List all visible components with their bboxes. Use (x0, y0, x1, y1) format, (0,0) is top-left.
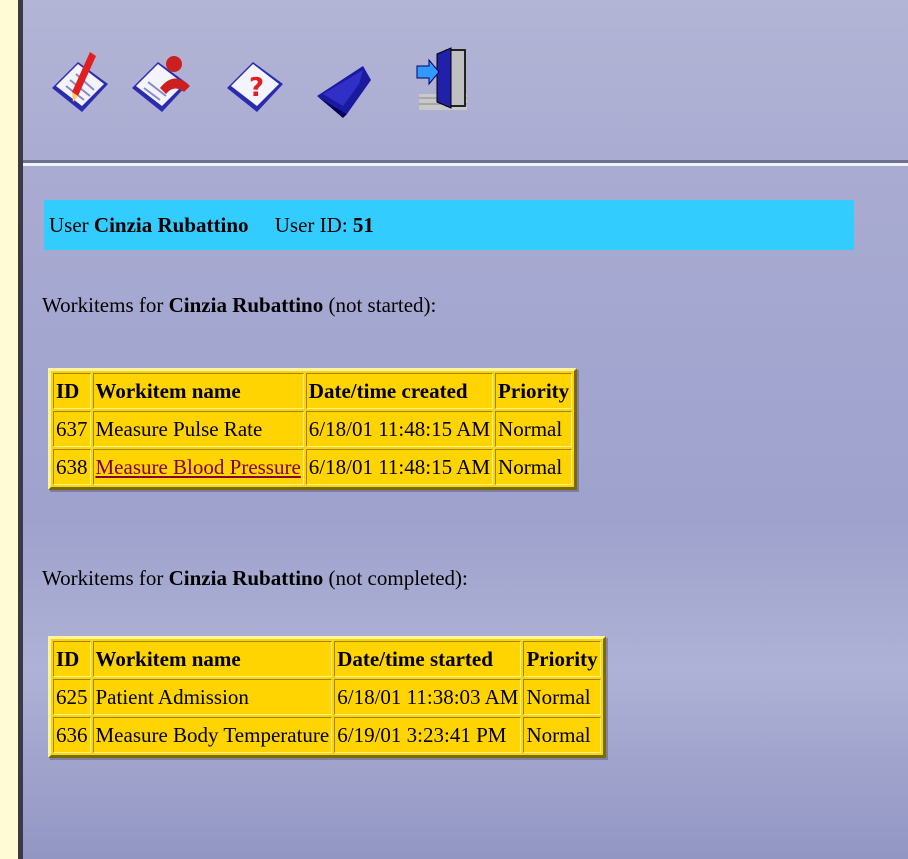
cell-priority: Normal (495, 449, 573, 485)
exit-door-icon[interactable] (411, 44, 477, 120)
cell-date: 6/19/01 3:23:41 PM (334, 717, 522, 753)
heading-prefix: Workitems for (42, 293, 164, 317)
column-header-id: ID (53, 641, 91, 677)
heading-suffix: (not started): (328, 293, 437, 317)
cell-name: Measure Blood Pressure (92, 449, 304, 485)
table-header-row: ID Workitem name Date/time started Prior… (53, 641, 601, 677)
cell-priority: Normal (495, 411, 573, 447)
table-row: 625 Patient Admission 6/18/01 11:38:03 A… (53, 679, 601, 715)
column-header-name: Workitem name (92, 641, 333, 677)
column-header-name: Workitem name (92, 373, 304, 409)
cell-name: Measure Pulse Rate (92, 411, 304, 447)
main-frame: ? User Cinzia Rubattino User ID: 51 Work… (23, 0, 908, 859)
cell-name: Measure Body Temperature (92, 717, 333, 753)
cell-priority: Normal (523, 717, 601, 753)
clipboard-user-icon[interactable] (128, 44, 194, 120)
cell-name: Patient Admission (92, 679, 333, 715)
toolbar: ? (23, 0, 908, 160)
user-label: User (49, 213, 89, 237)
column-header-date-created: Date/time created (305, 373, 494, 409)
table-header-row: ID Workitem name Date/time created Prior… (53, 373, 573, 409)
heading-user-name: Cinzia Rubattino (168, 293, 324, 317)
user-info-bar: User Cinzia Rubattino User ID: 51 (44, 200, 854, 250)
not-completed-table: ID Workitem name Date/time started Prior… (48, 636, 606, 758)
user-name: Cinzia Rubattino (93, 213, 249, 237)
workitem-link[interactable]: Measure Blood Pressure (96, 455, 301, 479)
user-id-label: User ID: (274, 213, 348, 237)
table-row: 636 Measure Body Temperature 6/19/01 3:2… (53, 717, 601, 753)
table-row: 638 Measure Blood Pressure 6/18/01 11:48… (53, 449, 573, 485)
cell-date: 6/18/01 11:38:03 AM (334, 679, 522, 715)
cell-date: 6/18/01 11:48:15 AM (305, 449, 494, 485)
not-completed-heading: Workitems for Cinzia Rubattino (not comp… (42, 566, 468, 591)
svg-text:?: ? (249, 73, 264, 103)
cell-id: 636 (53, 717, 91, 753)
column-header-id: ID (53, 373, 91, 409)
column-header-priority: Priority (495, 373, 573, 409)
cell-id: 638 (53, 449, 91, 485)
left-frame-strip (0, 0, 18, 859)
column-header-date-started: Date/time started (334, 641, 522, 677)
user-id: 51 (352, 213, 374, 237)
clipboard-question-icon[interactable]: ? (223, 44, 289, 120)
clipboard-pen-icon[interactable] (48, 44, 114, 120)
cell-id: 637 (53, 411, 91, 447)
heading-user-name: Cinzia Rubattino (168, 566, 324, 590)
heading-prefix: Workitems for (42, 566, 164, 590)
heading-suffix: (not completed): (328, 566, 468, 590)
not-started-table: ID Workitem name Date/time created Prior… (48, 368, 578, 490)
column-header-priority: Priority (523, 641, 601, 677)
not-started-heading: Workitems for Cinzia Rubattino (not star… (42, 293, 436, 318)
toolbar-divider-highlight (23, 163, 908, 166)
folder-back-icon[interactable] (313, 44, 379, 120)
table-row: 637 Measure Pulse Rate 6/18/01 11:48:15 … (53, 411, 573, 447)
cell-id: 625 (53, 679, 91, 715)
cell-priority: Normal (523, 679, 601, 715)
cell-date: 6/18/01 11:48:15 AM (305, 411, 494, 447)
